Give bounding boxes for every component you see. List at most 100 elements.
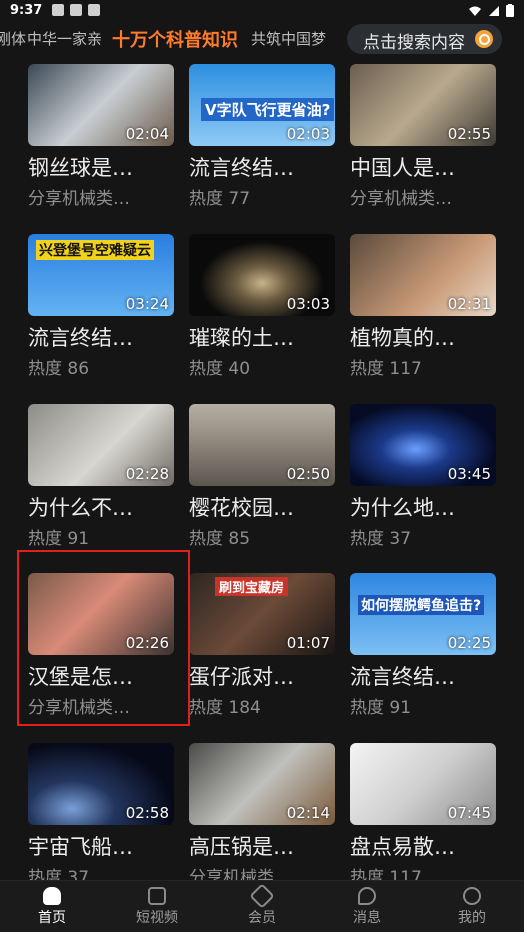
nav-label: 消息 [353, 910, 381, 926]
video-card[interactable]: 03:03 璀璨的土… 热度 40 [189, 234, 337, 390]
tab-category[interactable]: 共筑中国梦 [251, 28, 326, 49]
nav-home[interactable]: 首页 [17, 881, 87, 932]
status-system-icons [468, 4, 514, 17]
nav-label: 短视频 [136, 910, 178, 926]
nav-short-video[interactable]: 短视频 [122, 881, 192, 932]
video-card[interactable]: 刷到宝藏房 01:07 蛋仔派对… 热度 184 [189, 573, 337, 729]
video-duration: 02:31 [447, 295, 491, 313]
video-meta: 热度 85 [189, 529, 251, 549]
video-meta: 热度 37 [28, 868, 90, 880]
thumbnail-caption: 刷到宝藏房 [215, 577, 289, 596]
video-card[interactable]: 如何摆脱鳄鱼追击? 02:25 流言终结… 热度 91 [350, 573, 498, 729]
video-title[interactable]: 为什么不… [28, 492, 176, 522]
video-card[interactable]: 02:31 植物真的… 热度 117 [350, 234, 498, 390]
notification-icon [52, 4, 64, 16]
video-title[interactable]: 璀璨的土… [189, 322, 337, 352]
video-meta: 分享机械类… [28, 189, 130, 209]
status-time: 9:37 [10, 3, 43, 18]
video-card[interactable]: 03:45 为什么地… 热度 37 [350, 404, 498, 560]
video-thumbnail[interactable]: V字队飞行更省油? 02:03 [189, 64, 335, 146]
video-card[interactable]: 兴登堡号空难疑云 03:24 流言终结… 热度 86 [28, 234, 176, 390]
video-meta: 分享机械类… [350, 189, 452, 209]
video-card[interactable]: 02:28 为什么不… 热度 91 [28, 404, 176, 560]
video-thumbnail[interactable]: 02:28 [28, 404, 174, 486]
video-meta: 热度 117 [350, 868, 422, 880]
video-title[interactable]: 流言终结… [350, 661, 498, 691]
video-title[interactable]: 蛋仔派对… [189, 661, 337, 691]
video-duration: 02:58 [125, 804, 169, 822]
video-title[interactable]: 宇宙飞船… [28, 831, 176, 861]
nav-profile[interactable]: 我的 [437, 881, 507, 932]
video-thumbnail[interactable]: 02:50 [189, 404, 335, 486]
nav-membership[interactable]: 会员 [227, 881, 297, 932]
video-title[interactable]: 樱花校园… [189, 492, 337, 522]
signal-icon [489, 5, 499, 16]
video-duration: 03:45 [447, 465, 491, 483]
video-card[interactable]: 02:04 钢丝球是… 分享机械类… [28, 64, 176, 220]
video-thumbnail[interactable]: 02:04 [28, 64, 174, 146]
notification-icon [70, 4, 82, 16]
video-duration: 07:45 [447, 804, 491, 822]
video-title[interactable]: 中国人是… [350, 152, 498, 182]
notification-icon [88, 4, 100, 16]
profile-icon [463, 887, 481, 905]
video-meta: 热度 184 [189, 698, 261, 718]
video-meta: 热度 40 [189, 359, 251, 379]
video-duration: 01:07 [286, 634, 330, 652]
video-duration: 02:55 [447, 125, 491, 143]
video-title[interactable]: 流言终结… [28, 322, 176, 352]
video-meta: 热度 37 [350, 529, 412, 549]
wifi-icon [469, 6, 481, 16]
video-thumbnail[interactable]: 兴登堡号空难疑云 03:24 [28, 234, 174, 316]
message-icon [358, 887, 376, 905]
video-title[interactable]: 盘点易散… [350, 831, 498, 861]
video-card[interactable]: 02:50 樱花校园… 热度 85 [189, 404, 337, 560]
video-thumbnail[interactable]: 02:58 [28, 743, 174, 825]
video-duration: 02:50 [286, 465, 330, 483]
search-icon[interactable] [475, 30, 493, 48]
status-notification-icons [52, 4, 100, 16]
play-icon [148, 887, 166, 905]
video-meta: 分享机械类… [189, 868, 291, 880]
video-thumbnail[interactable]: 03:03 [189, 234, 335, 316]
battery-icon [506, 4, 514, 17]
video-thumbnail[interactable]: 03:45 [350, 404, 496, 486]
video-thumbnail[interactable]: 02:31 [350, 234, 496, 316]
video-thumbnail[interactable]: 如何摆脱鳄鱼追击? 02:25 [350, 573, 496, 655]
nav-messages[interactable]: 消息 [332, 881, 402, 932]
diamond-icon [249, 883, 275, 909]
tab-category[interactable]: 刚体 [0, 28, 26, 49]
video-meta: 热度 117 [350, 359, 422, 379]
video-meta: 热度 91 [350, 698, 412, 718]
nav-label: 会员 [248, 910, 276, 926]
video-thumbnail[interactable]: 刷到宝藏房 01:07 [189, 573, 335, 655]
video-title[interactable]: 钢丝球是… [28, 152, 176, 182]
status-bar: 9:37 [0, 0, 524, 22]
video-title[interactable]: 植物真的… [350, 322, 498, 352]
video-card[interactable]: 07:45 盘点易散… 热度 117 [350, 743, 498, 880]
selection-highlight-box [17, 550, 190, 726]
tab-category[interactable]: 中华一家亲 [27, 28, 102, 49]
home-icon [43, 887, 61, 905]
tab-science-knowledge[interactable]: 十万个科普知识 [112, 26, 238, 52]
video-meta: 热度 91 [28, 529, 90, 549]
nav-label: 首页 [38, 910, 66, 926]
video-title[interactable]: 流言终结… [189, 152, 337, 182]
video-card[interactable]: V字队飞行更省油? 02:03 流言终结… 热度 77 [189, 64, 337, 220]
video-card[interactable]: 02:58 宇宙飞船… 热度 37 [28, 743, 176, 880]
thumbnail-caption: V字队飞行更省油? [201, 98, 335, 121]
thumbnail-caption: 如何摆脱鳄鱼追击? [358, 595, 485, 615]
video-title[interactable]: 为什么地… [350, 492, 498, 522]
video-thumbnail[interactable]: 02:14 [189, 743, 335, 825]
video-thumbnail[interactable]: 07:45 [350, 743, 496, 825]
video-card[interactable]: 02:55 中国人是… 分享机械类… [350, 64, 498, 220]
video-duration: 03:24 [125, 295, 169, 313]
video-duration: 02:04 [125, 125, 169, 143]
video-meta: 热度 77 [189, 189, 251, 209]
video-thumbnail[interactable]: 02:55 [350, 64, 496, 146]
search-placeholder: 点击搜索内容 [363, 33, 465, 53]
video-title[interactable]: 高压锅是… [189, 831, 337, 861]
video-duration: 02:14 [286, 804, 330, 822]
video-card[interactable]: 02:14 高压锅是… 分享机械类… [189, 743, 337, 880]
search-bar[interactable]: 点击搜索内容 [347, 24, 502, 54]
